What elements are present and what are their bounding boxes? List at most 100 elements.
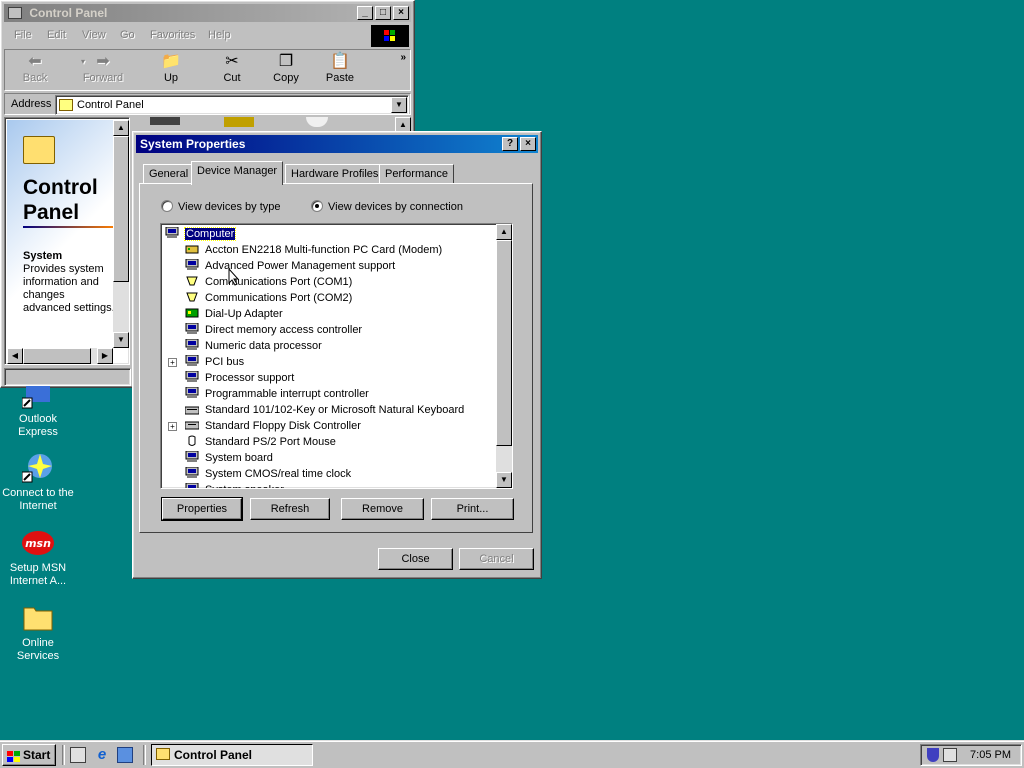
device-tree-item[interactable]: Standard 101/102-Key or Microsoft Natura… [184,402,465,418]
menu-edit[interactable]: Edit [47,29,66,41]
system-device-icon [185,482,199,488]
device-tree-item-label: Dial-Up Adapter [205,308,283,320]
scroll-thumb[interactable] [496,240,512,446]
tab-hardware-profiles[interactable]: Hardware Profiles [285,164,385,184]
menu-bar: File Edit View Go Favorites Help [4,25,411,47]
tab-device-manager[interactable]: Device Manager [191,161,284,185]
menu-help[interactable]: Help [208,29,231,41]
tab-performance[interactable]: Performance [379,164,454,184]
scroll-right-icon[interactable]: ▶ [97,348,113,364]
forward-label: Forward [82,72,124,84]
up-button[interactable]: 📁 Up [147,52,195,90]
menu-go[interactable]: Go [120,29,135,41]
tray-security-icon[interactable] [927,748,939,762]
panel-heading-line1: Control [23,176,98,199]
device-tree-item[interactable]: + Standard Floppy Disk Controller [168,418,361,434]
device-tree-item-label: Standard 101/102-Key or Microsoft Natura… [205,404,465,416]
control-panel-title-icon [8,7,22,19]
desktop-icon-setup-msn[interactable]: msn Setup MSN Internet A... [0,527,76,588]
desktop-icon-outlook-express[interactable]: Outlook Express [0,386,76,439]
toolbar-overflow-icon[interactable]: » [400,52,406,63]
menu-favorites[interactable]: Favorites [150,29,195,41]
device-tree-item[interactable]: Communications Port (COM1) [185,274,352,290]
toolbar: ⬅ Back ▾ ➡ Forward 📁 Up ✂ Cut ❐ Copy 📋 P… [4,49,411,91]
windows-flag-icon [7,749,20,762]
menu-view[interactable]: View [82,29,106,41]
device-tree-item-label: System CMOS/real time clock [205,468,352,480]
print-button[interactable]: Print... [431,498,514,520]
properties-button[interactable]: Properties [161,497,243,521]
tab-general[interactable]: General [143,164,195,184]
start-button[interactable]: Start [2,744,56,766]
cancel-button[interactable]: Cancel [459,548,534,570]
close-button[interactable]: Close [378,548,453,570]
desktop-icon-label: Connect to the Internet [2,487,74,512]
cut-label: Cut [223,72,241,84]
quick-launch-outlook-icon[interactable] [117,747,133,763]
taskbar-control-panel-button[interactable]: Control Panel [151,744,313,766]
tree-root-computer[interactable]: Computer [165,226,237,242]
device-tree-item-label: Numeric data processor [205,340,322,352]
device-tree[interactable]: Computer Accton EN2218 Multi-function PC… [160,223,513,489]
expand-plus-icon[interactable]: + [168,422,177,431]
address-dropdown-button[interactable]: ▼ [391,97,407,113]
panel-vertical-scrollbar[interactable]: ▲ ▼ [113,120,129,348]
remove-button[interactable]: Remove [341,498,424,520]
system-properties-titlebar[interactable]: System Properties ? × [136,135,538,153]
device-tree-item[interactable]: Advanced Power Management support [185,258,395,274]
device-tree-item[interactable]: System speaker [185,482,284,488]
view-by-type-radio[interactable]: View devices by type [161,200,281,213]
device-tree-item-label: Standard Floppy Disk Controller [205,420,361,432]
back-button[interactable]: ⬅ Back [11,52,59,90]
desktop-icon-online-services[interactable]: Online Services [0,602,76,663]
scroll-up-icon[interactable]: ▲ [496,224,512,240]
tree-vertical-scrollbar[interactable]: ▲ ▼ [496,224,512,488]
device-tree-item[interactable]: Programmable interrupt controller [185,386,369,402]
paste-button[interactable]: 📋 Paste [316,52,364,90]
refresh-button[interactable]: Refresh [250,498,330,520]
keyboard-icon[interactable] [150,117,180,125]
view-by-connection-radio[interactable]: View devices by connection [311,200,463,213]
help-button[interactable]: ? [502,137,518,151]
cut-button[interactable]: ✂ Cut [208,52,256,90]
minimize-button[interactable]: _ [357,6,373,20]
quick-launch-desktop-icon[interactable] [70,747,86,763]
control-panel-titlebar[interactable]: Control Panel _ □ × [4,4,411,22]
device-tree-item[interactable]: Communications Port (COM2) [185,290,352,306]
scroll-down-icon[interactable]: ▼ [113,332,129,348]
device-tree-item[interactable]: + PCI bus [168,354,244,370]
device-tree-item[interactable]: System CMOS/real time clock [185,466,351,482]
mouse-icon[interactable] [306,117,328,127]
device-tree-item[interactable]: Direct memory access controller [185,322,362,338]
device-tree-item[interactable]: Dial-Up Adapter [185,306,283,322]
device-tree-item[interactable]: Processor support [185,370,294,386]
forward-button[interactable]: ➡ Forward [79,52,127,90]
heading-divider [23,226,113,228]
scroll-up-icon[interactable]: ▲ [113,120,129,136]
expand-plus-icon[interactable]: + [168,358,177,367]
hscroll-thumb[interactable] [23,348,91,364]
radio-button-unselected[interactable] [161,200,173,212]
device-tree-item[interactable]: Numeric data processor [185,338,322,354]
panel-horizontal-scrollbar[interactable]: ◀ ▶ [7,348,113,364]
scroll-down-icon[interactable]: ▼ [496,472,512,488]
device-tree-item[interactable]: System board [185,450,273,466]
device-tree-item[interactable]: Accton EN2218 Multi-function PC Card (Mo… [185,242,442,258]
scroll-left-icon[interactable]: ◀ [7,348,23,364]
close-dialog-button[interactable]: × [520,137,536,151]
radio-button-selected[interactable] [311,200,323,212]
menu-file[interactable]: File [14,29,32,41]
maximize-button[interactable]: □ [375,6,391,20]
fonts-icon[interactable] [224,117,254,127]
address-input[interactable]: Control Panel ▼ [55,95,409,115]
device-tree-item[interactable]: Standard PS/2 Port Mouse [185,434,336,450]
copy-button[interactable]: ❐ Copy [262,52,310,90]
quick-launch-ie-icon[interactable]: e [94,747,110,763]
tray-scheduler-icon[interactable] [943,748,957,762]
device-tree-item-label: Communications Port (COM2) [205,292,353,304]
desktop-icon-connect-internet[interactable]: Connect to the Internet [0,452,76,513]
back-label: Back [22,72,48,84]
scroll-thumb[interactable] [113,136,129,282]
dialog-title: System Properties [140,137,246,151]
close-window-button[interactable]: × [393,6,409,20]
